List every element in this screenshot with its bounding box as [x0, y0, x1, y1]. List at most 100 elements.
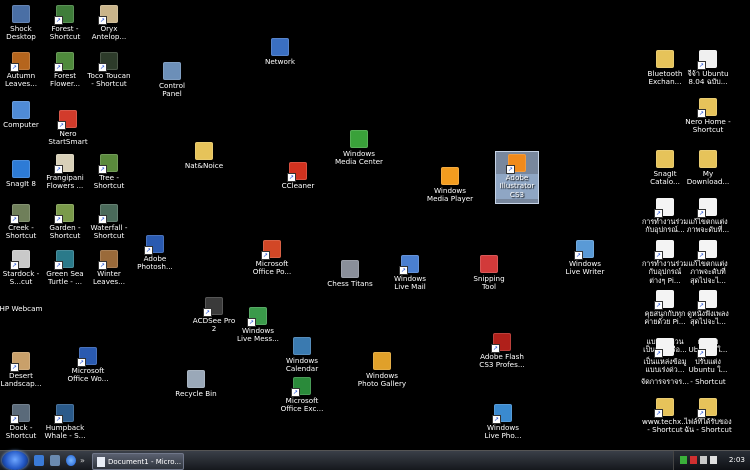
- winter-leaves-icon[interactable]: ↗ Winter Leaves...: [79, 250, 139, 287]
- icon-label: Windows Photo Gallery: [357, 371, 407, 389]
- icon-label: Control Panel: [159, 81, 185, 99]
- taskbar: » Document1 - Micro... 2:03: [0, 450, 750, 470]
- shortcut-arrow-icon: ↗: [491, 344, 500, 353]
- adobe-flash-cs3-icon[interactable]: ↗ Adobe Flash CS3 Profes...: [472, 333, 532, 370]
- icon-label: Chess Titans: [327, 279, 373, 288]
- icon-image: ↗: [492, 404, 512, 424]
- oryx-antelope-icon[interactable]: ↗ Oryx Antelop...: [79, 5, 139, 42]
- icon-image: ↗: [54, 404, 74, 424]
- icon-image: ↗: [10, 52, 30, 72]
- desktop: Shock Desktop ↗ Forest - Shortcut ↗ Oryx A…: [0, 0, 750, 450]
- icon-image: [195, 142, 213, 160]
- microsoft-office-excel-icon[interactable]: ↗ Microsoft Office Exc...: [272, 377, 332, 414]
- shortcut-arrow-icon: ↗: [54, 63, 63, 72]
- shortcut-arrow-icon: ↗: [492, 415, 501, 424]
- icon-image: ↗: [10, 250, 30, 270]
- shortcut-arrow-icon: ↗: [574, 251, 583, 260]
- icon-image: [293, 337, 311, 355]
- shortcut-arrow-icon: ↗: [506, 165, 515, 174]
- tray-app-icon[interactable]: [680, 456, 687, 464]
- quick-launch-expand-icon[interactable]: »: [80, 455, 86, 466]
- ubuntu-804-icon[interactable]: ↗ จีจ้า Ubuntu 8.04 ฉบับ...: [678, 50, 738, 87]
- shortcut-arrow-icon: ↗: [98, 63, 107, 72]
- network-icon[interactable]: Network: [250, 38, 310, 66]
- icon-image: ↗: [54, 52, 74, 72]
- network-status-icon[interactable]: [700, 456, 707, 464]
- icon-label: แก้ไขตกแต่ง ภาพจะดับที่...: [686, 217, 730, 235]
- icon-image: ↗: [10, 352, 30, 372]
- icon-label: Desert Landscap...: [0, 371, 42, 389]
- icon-image: ↗: [98, 154, 118, 174]
- icon-image: [187, 370, 205, 388]
- icon-image: ↗: [291, 377, 311, 397]
- recycle-bin-icon[interactable]: Recycle Bin: [166, 370, 226, 398]
- icon-image: [12, 101, 30, 119]
- windows-photo-gallery-icon[interactable]: Windows Photo Gallery: [352, 352, 412, 389]
- volume-icon[interactable]: [710, 456, 717, 464]
- adobe-illustrator-cs3-icon[interactable]: ↗ Adobe Illustrator CS3: [495, 151, 539, 205]
- icon-label: - Shortcut: [690, 377, 726, 386]
- chess-titans-icon[interactable]: Chess Titans: [320, 260, 380, 288]
- icon-image: [699, 150, 717, 168]
- thai-doc-12-icon[interactable]: - Shortcut: [678, 358, 738, 386]
- microsoft-office-word-icon[interactable]: ↗ Microsoft Office Wo...: [58, 347, 118, 384]
- icon-image: [656, 50, 674, 68]
- desert-landscape-icon[interactable]: ↗ Desert Landscap...: [0, 352, 51, 389]
- ccleaner-icon[interactable]: ↗ CCleaner: [268, 162, 328, 190]
- show-desktop-icon[interactable]: [34, 455, 44, 466]
- icon-label: Windows Live Writer: [565, 259, 605, 277]
- humpback-whale-icon[interactable]: ↗ Humpback Whale - S...: [35, 404, 95, 441]
- icon-image: ↗: [506, 154, 526, 174]
- snipping-tool-icon[interactable]: Snipping Tool: [459, 255, 519, 292]
- tray-security-icon[interactable]: [690, 456, 697, 464]
- icon-image: ↗: [98, 52, 118, 72]
- shortcut-arrow-icon: ↗: [10, 261, 19, 270]
- icon-label: Adobe Illustrator CS3: [496, 173, 538, 200]
- icon-image: ↗: [10, 404, 30, 424]
- icon-image: ↗: [77, 347, 97, 367]
- my-downloads-folder-icon[interactable]: My Download...: [678, 150, 738, 187]
- icon-label: จีจ้า Ubuntu 8.04 ฉบับ...: [687, 69, 729, 87]
- shortcut-arrow-icon: ↗: [697, 409, 706, 418]
- icon-label: Windows Media Center: [334, 149, 384, 167]
- shortcut-arrow-icon: ↗: [54, 165, 63, 174]
- nero-home-icon[interactable]: ↗ Nero Home - Shortcut: [678, 98, 738, 135]
- icon-image: ↗: [54, 154, 74, 174]
- hp-webcam-icon[interactable]: HP Webcam: [0, 285, 51, 313]
- icon-image: ↗: [654, 398, 674, 418]
- icon-image: ↗: [54, 5, 74, 25]
- shortcut-arrow-icon: ↗: [654, 409, 663, 418]
- icon-label: Adobe Flash CS3 Profes...: [479, 352, 525, 370]
- icon-label: Microsoft Office Po...: [252, 259, 292, 277]
- windows-media-player-icon[interactable]: Windows Media Player: [420, 167, 480, 204]
- start-orb-button[interactable]: [2, 451, 28, 470]
- clock[interactable]: 2:03: [729, 455, 745, 464]
- icon-image: ↗: [697, 398, 717, 418]
- icon-label: แก้ไขตกแต่ง ภาพจะดับที่ สุดไปจะไ...: [688, 259, 728, 285]
- windows-live-photo-icon[interactable]: ↗ Windows Live Pho...: [473, 404, 533, 441]
- thai-folder-shortcut-icon[interactable]: ↗ ไฟล์ที่ได้รับของ ฉัน - Shortcut: [678, 398, 738, 435]
- taskbar-window-button[interactable]: Document1 - Micro...: [92, 453, 184, 470]
- windows-media-center-icon[interactable]: Windows Media Center: [329, 130, 389, 167]
- nat-noice-folder-icon[interactable]: Nat&Noice: [174, 142, 234, 170]
- internet-explorer-icon[interactable]: [66, 455, 76, 466]
- windows-calendar-icon[interactable]: Windows Calendar: [272, 337, 332, 374]
- shortcut-arrow-icon: ↗: [654, 209, 663, 218]
- thai-doc-2-icon[interactable]: ↗ แก้ไขตกแต่ง ภาพจะดับที่...: [678, 198, 738, 235]
- icon-label: Winter Leaves...: [93, 269, 125, 287]
- thai-doc-4-icon[interactable]: ↗ แก้ไขตกแต่ง ภาพจะดับที่ สุดไปจะไ...: [678, 240, 738, 285]
- microsoft-office-powerpoint-icon[interactable]: ↗ Microsoft Office Po...: [242, 240, 302, 277]
- windows-live-mail-icon[interactable]: ↗ Windows Live Mail: [380, 255, 440, 292]
- shortcut-arrow-icon: ↗: [98, 165, 107, 174]
- icon-label: My Download...: [686, 169, 730, 187]
- toco-toucan-icon[interactable]: ↗ Toco Toucan - Shortcut: [79, 52, 139, 89]
- shortcut-arrow-icon: ↗: [654, 251, 663, 260]
- windows-live-writer-icon[interactable]: ↗ Windows Live Writer: [555, 240, 615, 277]
- icon-image: ↗: [98, 204, 118, 224]
- nero-startsmart-icon[interactable]: ↗ Nero StartSmart: [38, 110, 98, 147]
- control-panel-icon[interactable]: Control Panel: [142, 62, 202, 99]
- tree-shortcut-icon[interactable]: ↗ Tree - Shortcut: [79, 154, 139, 191]
- switch-windows-icon[interactable]: [50, 455, 60, 466]
- shortcut-arrow-icon: ↗: [10, 215, 19, 224]
- shortcut-arrow-icon: ↗: [77, 358, 86, 367]
